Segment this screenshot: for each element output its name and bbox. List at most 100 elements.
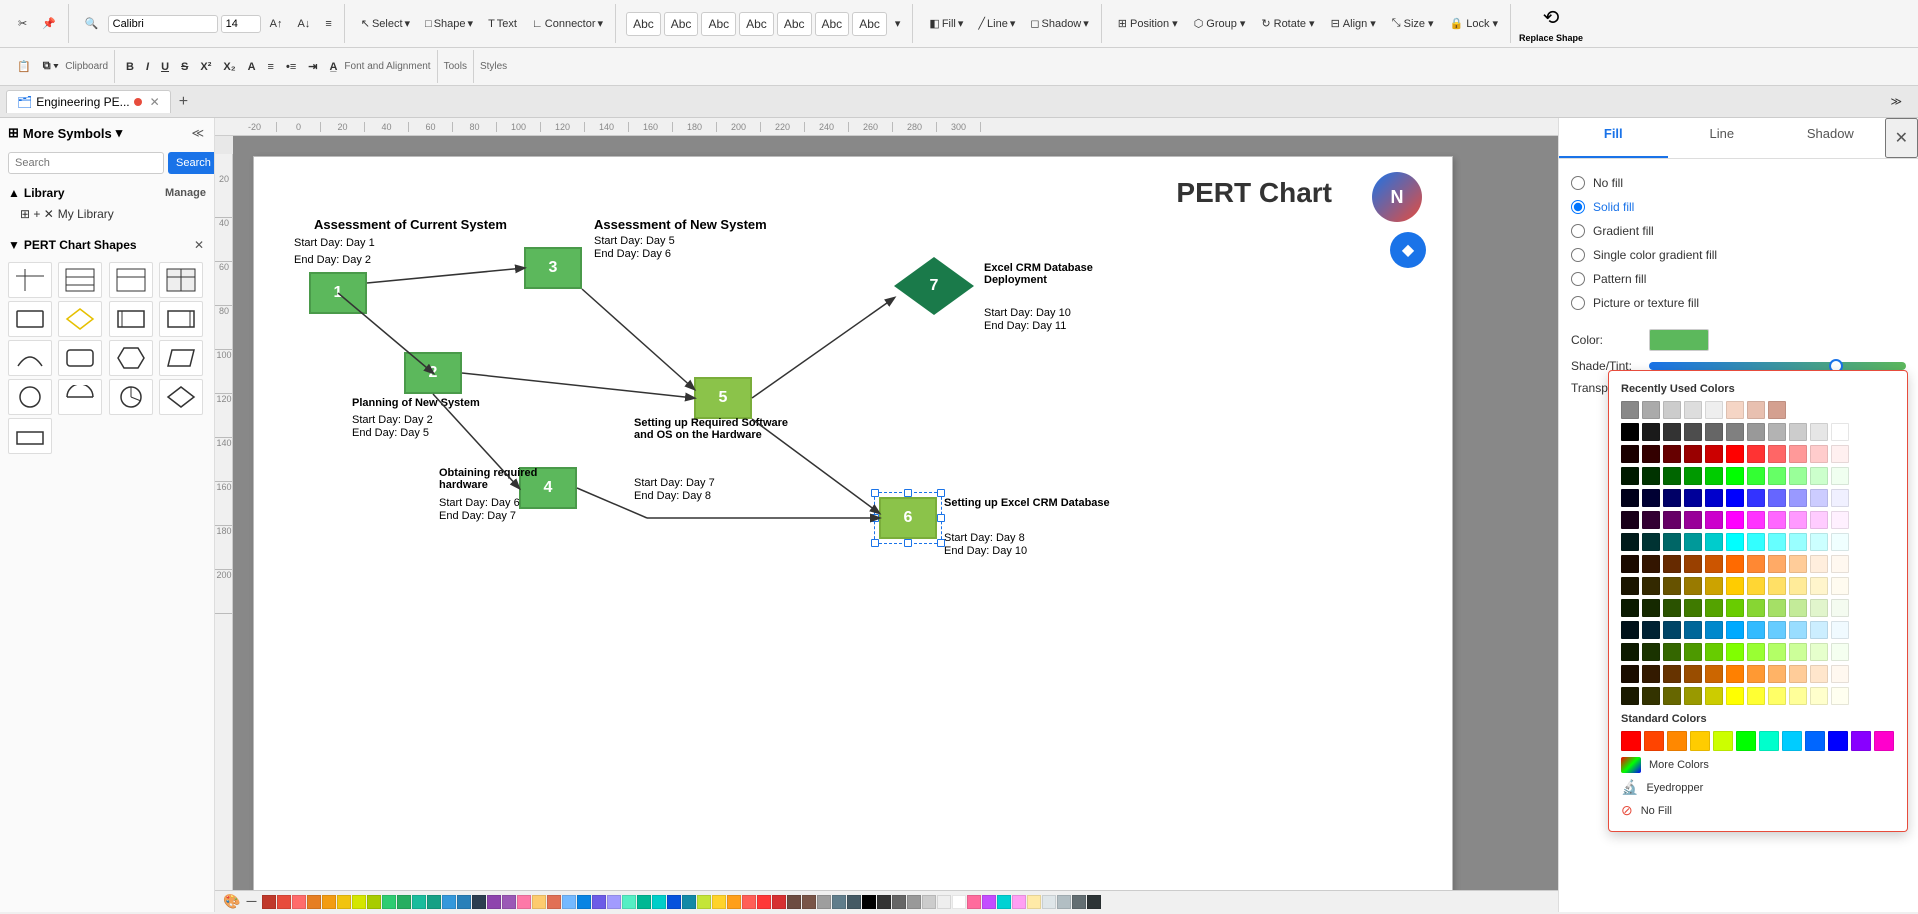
palette-swatch[interactable] <box>1831 577 1849 595</box>
increase-font-btn[interactable]: A↑ <box>264 15 289 33</box>
standard-color-swatch[interactable] <box>1805 731 1825 751</box>
shape-rect4[interactable] <box>58 340 102 376</box>
bottom-color-swatch[interactable] <box>922 895 936 909</box>
shape-pie[interactable] <box>109 379 153 415</box>
palette-swatch[interactable] <box>1621 445 1639 463</box>
bottom-color-swatch[interactable] <box>757 895 771 909</box>
bottom-color-swatch[interactable] <box>322 895 336 909</box>
palette-swatch[interactable] <box>1789 577 1807 595</box>
standard-color-swatch[interactable] <box>1690 731 1710 751</box>
underline-btn[interactable]: U <box>156 58 174 76</box>
bottom-color-swatch[interactable] <box>832 895 846 909</box>
recently-used-swatch[interactable] <box>1642 401 1660 419</box>
palette-swatch[interactable] <box>1621 599 1639 617</box>
fill-btn[interactable]: ◧ Fill ▾ <box>923 14 969 33</box>
palette-swatch[interactable] <box>1642 643 1660 661</box>
handle-ml[interactable] <box>871 514 879 522</box>
palette-swatch[interactable] <box>1789 643 1807 661</box>
palette-swatch[interactable] <box>1768 467 1786 485</box>
palette-swatch[interactable] <box>1768 555 1786 573</box>
bullet-btn[interactable]: •≡ <box>281 58 301 76</box>
position-btn[interactable]: ⊞ Position ▾ <box>1112 14 1184 33</box>
palette-swatch[interactable] <box>1642 621 1660 639</box>
more-colors-preview[interactable] <box>1621 757 1641 773</box>
bottom-color-swatch[interactable] <box>697 895 711 909</box>
palette-swatch[interactable] <box>1768 423 1786 441</box>
tab-fill[interactable]: Fill <box>1559 118 1668 158</box>
palette-swatch[interactable] <box>1789 467 1807 485</box>
tab-shadow[interactable]: Shadow <box>1776 118 1885 158</box>
bottom-color-swatch[interactable] <box>562 895 576 909</box>
palette-swatch[interactable] <box>1621 533 1639 551</box>
shadow-btn[interactable]: ◻ Shadow ▾ <box>1024 14 1094 33</box>
standard-color-swatch[interactable] <box>1828 731 1848 751</box>
recently-used-swatch[interactable] <box>1621 401 1639 419</box>
palette-swatch[interactable] <box>1663 599 1681 617</box>
bottom-color-swatch[interactable] <box>577 895 591 909</box>
bottom-color-swatch[interactable] <box>907 895 921 909</box>
recently-used-swatch[interactable] <box>1684 401 1702 419</box>
palette-swatch[interactable] <box>1789 423 1807 441</box>
collapse-btn[interactable]: ≫ <box>1884 92 1908 111</box>
palette-swatch[interactable] <box>1663 489 1681 507</box>
palette-swatch[interactable] <box>1768 445 1786 463</box>
palette-swatch[interactable] <box>1831 665 1849 683</box>
palette-swatch[interactable] <box>1642 687 1660 705</box>
bottom-color-swatch[interactable] <box>352 895 366 909</box>
palette-swatch[interactable] <box>1705 511 1723 529</box>
palette-swatch[interactable] <box>1684 665 1702 683</box>
palette-swatch[interactable] <box>1684 533 1702 551</box>
subscript-btn[interactable]: X₂ <box>218 58 240 76</box>
palette-swatch[interactable] <box>1621 687 1639 705</box>
palette-swatch[interactable] <box>1684 555 1702 573</box>
standard-color-swatch[interactable] <box>1713 731 1733 751</box>
bottom-color-swatch[interactable] <box>997 895 1011 909</box>
line-btn[interactable]: ╱ Line ▾ <box>972 14 1021 33</box>
standard-color-swatch[interactable] <box>1644 731 1664 751</box>
palette-swatch[interactable] <box>1705 599 1723 617</box>
more-colors-label[interactable]: More Colors <box>1649 759 1895 771</box>
fill-none-radio[interactable] <box>1571 176 1585 190</box>
palette-swatch[interactable] <box>1810 489 1828 507</box>
palette-swatch[interactable] <box>1789 511 1807 529</box>
bottom-color-swatch[interactable] <box>1072 895 1086 909</box>
bottom-color-swatch[interactable] <box>817 895 831 909</box>
palette-swatch[interactable] <box>1831 621 1849 639</box>
bottom-color-swatch[interactable] <box>622 895 636 909</box>
bottom-color-swatch[interactable] <box>637 895 651 909</box>
bottom-color-swatch[interactable] <box>802 895 816 909</box>
palette-swatch[interactable] <box>1726 643 1744 661</box>
palette-swatch[interactable] <box>1705 423 1723 441</box>
palette-swatch[interactable] <box>1663 577 1681 595</box>
group-btn[interactable]: ⬡ Group ▾ <box>1188 14 1252 33</box>
palette-swatch[interactable] <box>1747 533 1765 551</box>
bottom-color-swatch[interactable] <box>787 895 801 909</box>
palette-swatch[interactable] <box>1663 445 1681 463</box>
palette-swatch[interactable] <box>1642 511 1660 529</box>
bottom-color-swatch[interactable] <box>412 895 426 909</box>
sidebar-dropdown-icon[interactable]: ▾ <box>116 125 123 141</box>
node-6[interactable]: 6 <box>879 497 937 539</box>
sidebar-collapse-btn[interactable]: ≪ <box>189 124 206 142</box>
palette-swatch[interactable] <box>1810 687 1828 705</box>
bottom-color-swatch[interactable] <box>967 895 981 909</box>
bottom-color-swatch[interactable] <box>952 895 966 909</box>
shape-rect2[interactable] <box>109 301 153 337</box>
recently-used-swatch[interactable] <box>1726 401 1744 419</box>
palette-swatch[interactable] <box>1747 577 1765 595</box>
bottom-color-swatch[interactable] <box>1012 895 1026 909</box>
palette-swatch[interactable] <box>1789 555 1807 573</box>
bottom-color-swatch[interactable] <box>937 895 951 909</box>
node-3[interactable]: 3 <box>524 247 582 289</box>
handle-mr[interactable] <box>937 514 945 522</box>
palette-swatch[interactable] <box>1663 621 1681 639</box>
palette-swatch[interactable] <box>1789 599 1807 617</box>
palette-swatch[interactable] <box>1621 555 1639 573</box>
palette-swatch[interactable] <box>1810 555 1828 573</box>
bold-btn[interactable]: B <box>121 58 139 76</box>
bottom-color-swatch[interactable] <box>1057 895 1071 909</box>
shape-circle[interactable] <box>8 379 52 415</box>
palette-swatch[interactable] <box>1768 665 1786 683</box>
right-panel-close-btn[interactable]: ✕ <box>1885 118 1918 158</box>
palette-swatch[interactable] <box>1726 445 1744 463</box>
